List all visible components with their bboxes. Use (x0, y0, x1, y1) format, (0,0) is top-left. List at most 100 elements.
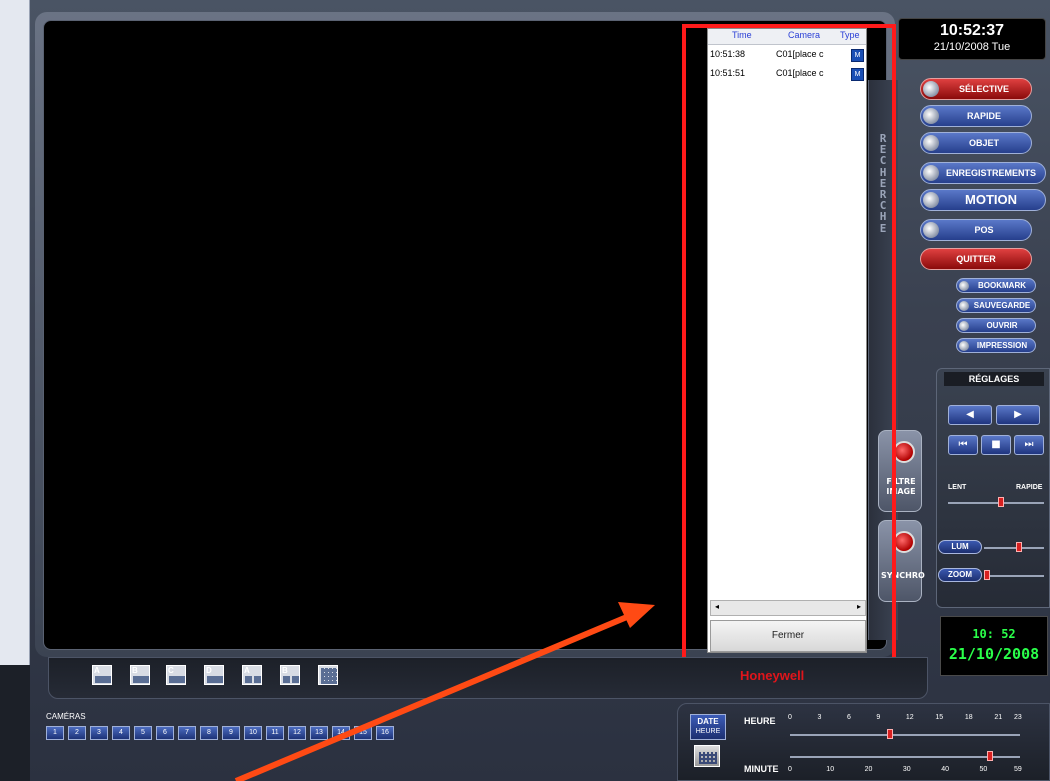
hour-tick: 9 (876, 714, 881, 721)
motion-button[interactable]: MOTION (920, 189, 1046, 211)
record-dot-icon (893, 531, 915, 553)
record-dot-icon (893, 441, 915, 463)
minute-slider[interactable] (790, 756, 1020, 758)
hour-slider[interactable] (790, 734, 1020, 736)
first-frame-button[interactable]: ⏮ (948, 435, 978, 455)
camera-button-3[interactable]: 3 (90, 726, 108, 740)
quitter-button[interactable]: QUITTER (920, 248, 1032, 270)
zoom-slider[interactable] (984, 575, 1044, 577)
camera-button-9[interactable]: 9 (222, 726, 240, 740)
minute-tick: 59 (1014, 766, 1022, 773)
minute-tick: 10 (826, 766, 835, 773)
camera-button-10[interactable]: 10 (244, 726, 262, 740)
camera-button-6[interactable]: 6 (156, 726, 174, 740)
hour-tick: 3 (817, 714, 822, 721)
hour-slider-thumb[interactable] (887, 729, 894, 739)
objet-button[interactable]: OBJET (920, 132, 1032, 154)
layout-quad-b-icon[interactable]: B (280, 665, 300, 685)
camera-button-8[interactable]: 8 (200, 726, 218, 740)
ouvrir-button[interactable]: OUVRIR (956, 318, 1036, 333)
hour-tick: 15 (935, 714, 944, 721)
speed-slider[interactable] (948, 502, 1044, 504)
clock-time: 10:52:37 (939, 22, 1005, 39)
host-window-edge (0, 0, 30, 665)
bookmark-button[interactable]: BOOKMARK (956, 278, 1036, 293)
layout-1x1-b-icon[interactable]: B (130, 665, 150, 685)
rapide-button[interactable]: RAPIDE (920, 105, 1032, 127)
pos-button[interactable]: POS (920, 219, 1032, 241)
minute-tick: 50 (979, 766, 988, 773)
camera-button-4[interactable]: 4 (112, 726, 130, 740)
honeywell-logo: Honeywell (740, 668, 805, 683)
camera-button-7[interactable]: 7 (178, 726, 196, 740)
clock-date: 21/10/2008 Tue (933, 41, 1011, 53)
speed-fast-label: RAPIDE (1016, 484, 1043, 491)
lum-button[interactable]: LUM (938, 540, 982, 554)
camera-button-13[interactable]: 13 (310, 726, 328, 740)
stop-button[interactable]: ■ (981, 435, 1011, 455)
lum-slider-thumb[interactable] (1016, 542, 1023, 552)
minute-slider-thumb[interactable] (987, 751, 994, 761)
zoom-button[interactable]: ZOOM (938, 568, 982, 582)
hour-tick: 6 (846, 714, 851, 721)
zoom-slider-thumb[interactable] (984, 570, 990, 580)
camera-button-1[interactable]: 1 (46, 726, 64, 740)
knob-icon (923, 192, 939, 208)
layout-1x1-d-icon[interactable]: D (204, 665, 224, 685)
hour-tick: 18 (964, 714, 973, 721)
knob-icon (959, 301, 969, 311)
camera-button-11[interactable]: 11 (266, 726, 284, 740)
knob-icon (959, 281, 969, 291)
minute-tick: 0 (788, 766, 792, 773)
minute-tick: 30 (902, 766, 911, 773)
knob-icon (923, 222, 939, 238)
stop-icon: ■ (991, 439, 1001, 450)
camera-button-16[interactable]: 16 (376, 726, 394, 740)
camera-button-2[interactable]: 2 (68, 726, 86, 740)
highlight-box (682, 24, 896, 664)
impression-button[interactable]: IMPRESSION (956, 338, 1036, 353)
knob-icon (959, 321, 969, 331)
enregistrements-button[interactable]: ENREGISTREMENTS (920, 162, 1046, 184)
calendar-icon[interactable] (694, 745, 720, 767)
speed-slow-label: LENT (948, 484, 967, 491)
date-heure-button[interactable]: DATE HEURE (690, 714, 726, 740)
minute-tick: 20 (864, 766, 873, 773)
play-back-icon: ◀ (966, 409, 974, 420)
layout-quad-a-icon[interactable]: A (242, 665, 262, 685)
knob-icon (923, 135, 939, 151)
hour-tick: 12 (905, 714, 914, 721)
last-frame-button[interactable]: ⏭ (1014, 435, 1044, 455)
layout-1x1-a-icon[interactable]: A (92, 665, 112, 685)
layout-1x1-c-icon[interactable]: C (166, 665, 186, 685)
lum-slider[interactable] (984, 547, 1044, 549)
knob-icon (923, 108, 939, 124)
layout-grid-icon[interactable] (318, 665, 338, 685)
hour-tick: 23 (1014, 714, 1022, 721)
clock-display: 10:52:37 21/10/2008 Tue (898, 18, 1046, 60)
minute-tick: 40 (941, 766, 950, 773)
minute-label: MINUTE (744, 764, 779, 774)
knob-icon (959, 341, 969, 351)
hour-tick: 21 (994, 714, 1003, 721)
lcd-date: 21/10/2008 (948, 645, 1040, 663)
selective-button[interactable]: SÉLECTIVE (920, 78, 1032, 100)
skip-back-icon: ⏮ (958, 439, 968, 450)
knob-icon (923, 81, 939, 97)
camera-button-14[interactable]: 14 (332, 726, 350, 740)
camera-button-15[interactable]: 15 (354, 726, 372, 740)
camera-button-12[interactable]: 12 (288, 726, 306, 740)
lcd-clock: 10: 52 21/10/2008 (940, 616, 1048, 676)
heure-label: HEURE (744, 716, 776, 726)
camera-button-5[interactable]: 5 (134, 726, 152, 740)
cameras-label: CAMÉRAS (46, 712, 86, 721)
skip-forward-icon: ⏭ (1024, 439, 1034, 450)
knob-icon (923, 165, 939, 181)
hour-tick: 0 (788, 714, 792, 721)
speed-slider-thumb[interactable] (997, 497, 1004, 507)
step-forward-button[interactable]: ▶ (996, 405, 1040, 425)
play-forward-icon: ▶ (1014, 409, 1022, 420)
step-back-button[interactable]: ◀ (948, 405, 992, 425)
reglages-title: RÉGLAGES (944, 372, 1044, 386)
sauvegarde-button[interactable]: SAUVEGARDE (956, 298, 1036, 313)
